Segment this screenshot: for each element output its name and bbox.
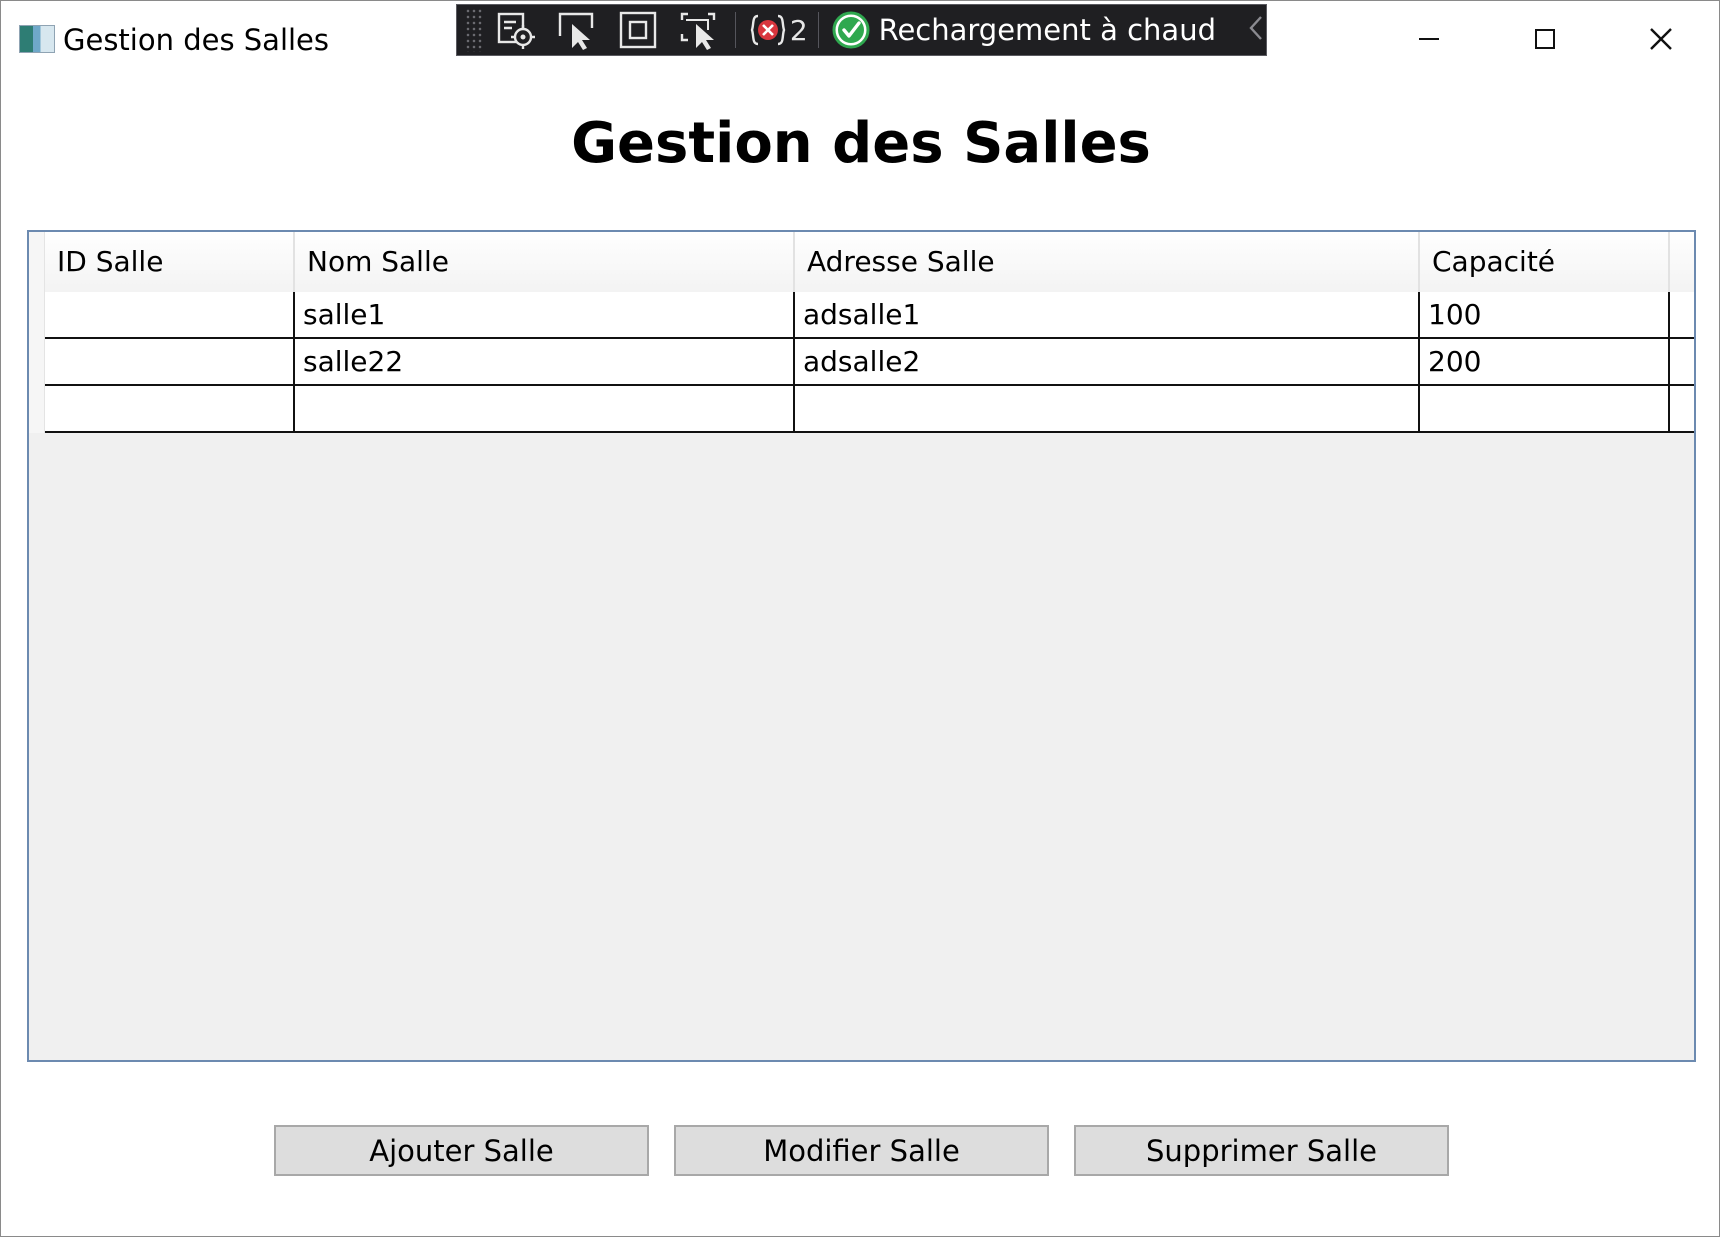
delete-salle-button[interactable]: Supprimer Salle [1074,1125,1449,1176]
column-header-capacite[interactable]: Capacité [1420,232,1670,292]
grid-header: ID Salle Nom Salle Adresse Salle Capacit… [29,232,1694,292]
grid-rows: salle1 adsalle1 100 salle22 adsalle2 200 [29,292,1694,433]
table-row[interactable]: salle22 adsalle2 200 [29,339,1694,386]
minimize-button[interactable] [1399,17,1459,61]
cell-adresse-salle[interactable]: adsalle1 [795,292,1420,339]
toolbar-separator [817,12,819,48]
close-button[interactable] [1631,17,1691,61]
toolbar-grip[interactable] [465,8,483,52]
row-header[interactable] [29,292,45,339]
binding-error-count: 2 [789,13,808,47]
cell-capacite[interactable] [1420,386,1670,433]
cell-nom-salle[interactable] [295,386,795,433]
xaml-debug-toolbar: 2 Rechargement à chaud [456,4,1267,56]
cell-adresse-salle[interactable] [795,386,1420,433]
row-filler [1670,386,1694,433]
select-mode-button[interactable] [551,8,604,52]
table-row[interactable]: salle1 adsalle1 100 [29,292,1694,339]
maximize-icon [1535,29,1555,49]
display-layout-adorners-icon [619,11,657,49]
cell-nom-salle[interactable]: salle22 [295,339,795,386]
row-header[interactable] [29,339,45,386]
app-icon [19,25,55,53]
select-element-button[interactable] [491,8,544,52]
row-header[interactable] [29,386,45,433]
hot-reload-label: Rechargement à chaud [878,13,1216,47]
column-header-nom-salle[interactable]: Nom Salle [295,232,795,292]
toolbar-separator [734,12,736,48]
app-window: Gestion des Salles 2 Rechargement à chau… [0,0,1720,1237]
collapse-toolbar-button[interactable] [1246,13,1266,47]
cell-id-salle[interactable] [45,386,295,433]
add-salle-button[interactable]: Ajouter Salle [274,1125,649,1176]
header-filler [1670,232,1694,292]
edit-salle-button[interactable]: Modifier Salle [674,1125,1049,1176]
cell-nom-salle[interactable]: salle1 [295,292,795,339]
column-header-id-salle[interactable]: ID Salle [45,232,295,292]
track-focus-icon [680,12,715,50]
cell-capacite[interactable]: 200 [1420,339,1670,386]
cell-id-salle[interactable] [45,292,295,339]
new-item-row[interactable] [29,386,1694,433]
page-title: Gestion des Salles [571,111,1151,176]
hot-reload-status[interactable]: Rechargement à chaud [831,8,1216,52]
binding-errors-button[interactable]: 2 [748,8,808,52]
hot-reload-ok-icon [832,11,870,49]
maximize-button[interactable] [1515,17,1575,61]
row-filler [1670,339,1694,386]
row-filler [1670,292,1694,339]
select-all-corner[interactable] [29,232,45,292]
collapse-chevron-icon [1249,16,1262,40]
cell-adresse-salle[interactable]: adsalle2 [795,339,1420,386]
select-mode-icon [559,12,594,50]
close-icon [1650,28,1672,50]
binding-errors-icon [750,14,786,46]
track-focus-button[interactable] [672,8,725,52]
display-layout-adorners-button[interactable] [612,8,665,52]
window-title: Gestion des Salles [63,23,330,57]
cell-id-salle[interactable] [45,339,295,386]
cell-capacite[interactable]: 100 [1420,292,1670,339]
select-element-icon [497,12,535,49]
minimize-icon [1419,38,1439,40]
column-header-adresse-salle[interactable]: Adresse Salle [795,232,1420,292]
salles-datagrid[interactable]: ID Salle Nom Salle Adresse Salle Capacit… [27,230,1696,1062]
